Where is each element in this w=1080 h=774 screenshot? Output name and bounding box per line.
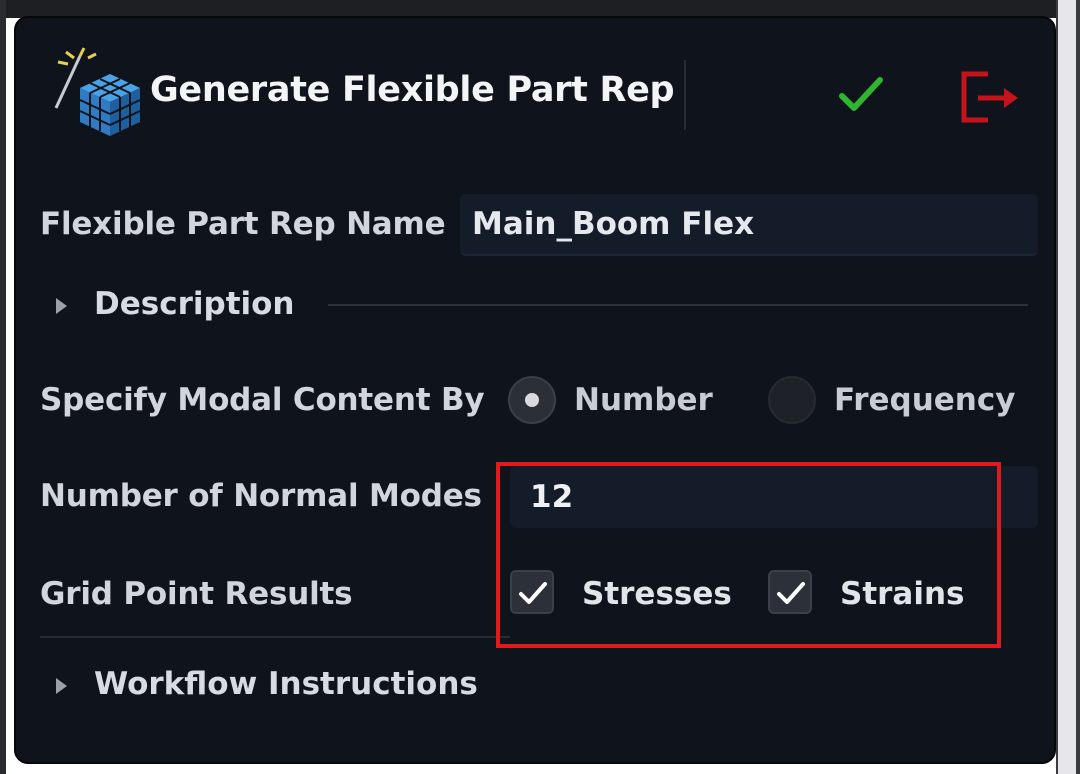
radio-frequency[interactable] xyxy=(768,376,816,424)
caret-right-icon xyxy=(56,678,67,694)
dialog-title: Generate Flexible Part Rep xyxy=(150,70,675,110)
window-left-edge xyxy=(0,0,6,774)
description-divider xyxy=(328,304,1028,306)
description-expander[interactable]: Description xyxy=(40,282,1030,332)
normal-modes-label: Number of Normal Modes xyxy=(40,478,482,514)
exit-door-icon[interactable] xyxy=(956,66,1022,126)
radio-frequency-label: Frequency xyxy=(834,382,1016,418)
scrollbar-thumb[interactable] xyxy=(1058,0,1076,774)
highlight-annotation-box xyxy=(496,462,1001,648)
header-divider xyxy=(684,60,686,130)
workflow-instructions-label: Workflow Instructions xyxy=(94,666,478,702)
modal-content-label: Specify Modal Content By xyxy=(40,382,485,418)
description-label: Description xyxy=(94,286,295,322)
checkmark-icon[interactable] xyxy=(836,70,888,118)
grid-row-divider xyxy=(40,636,510,638)
scrollbar-track[interactable] xyxy=(1056,0,1080,774)
name-label: Flexible Part Rep Name xyxy=(40,206,446,242)
magic-wand-cube-icon xyxy=(44,44,154,140)
flexible-part-rep-name-input[interactable]: Main_Boom Flex xyxy=(460,194,1038,256)
radio-number[interactable] xyxy=(508,376,556,424)
caret-right-icon xyxy=(56,298,67,314)
workflow-instructions-expander[interactable]: Workflow Instructions xyxy=(40,662,1030,712)
grid-point-results-label: Grid Point Results xyxy=(40,576,353,612)
dialog-header: Generate Flexible Part Rep xyxy=(16,18,1054,168)
generate-flexible-part-rep-dialog: Generate Flexible Part Rep Flexible Part… xyxy=(14,16,1056,764)
radio-number-label: Number xyxy=(574,382,713,418)
